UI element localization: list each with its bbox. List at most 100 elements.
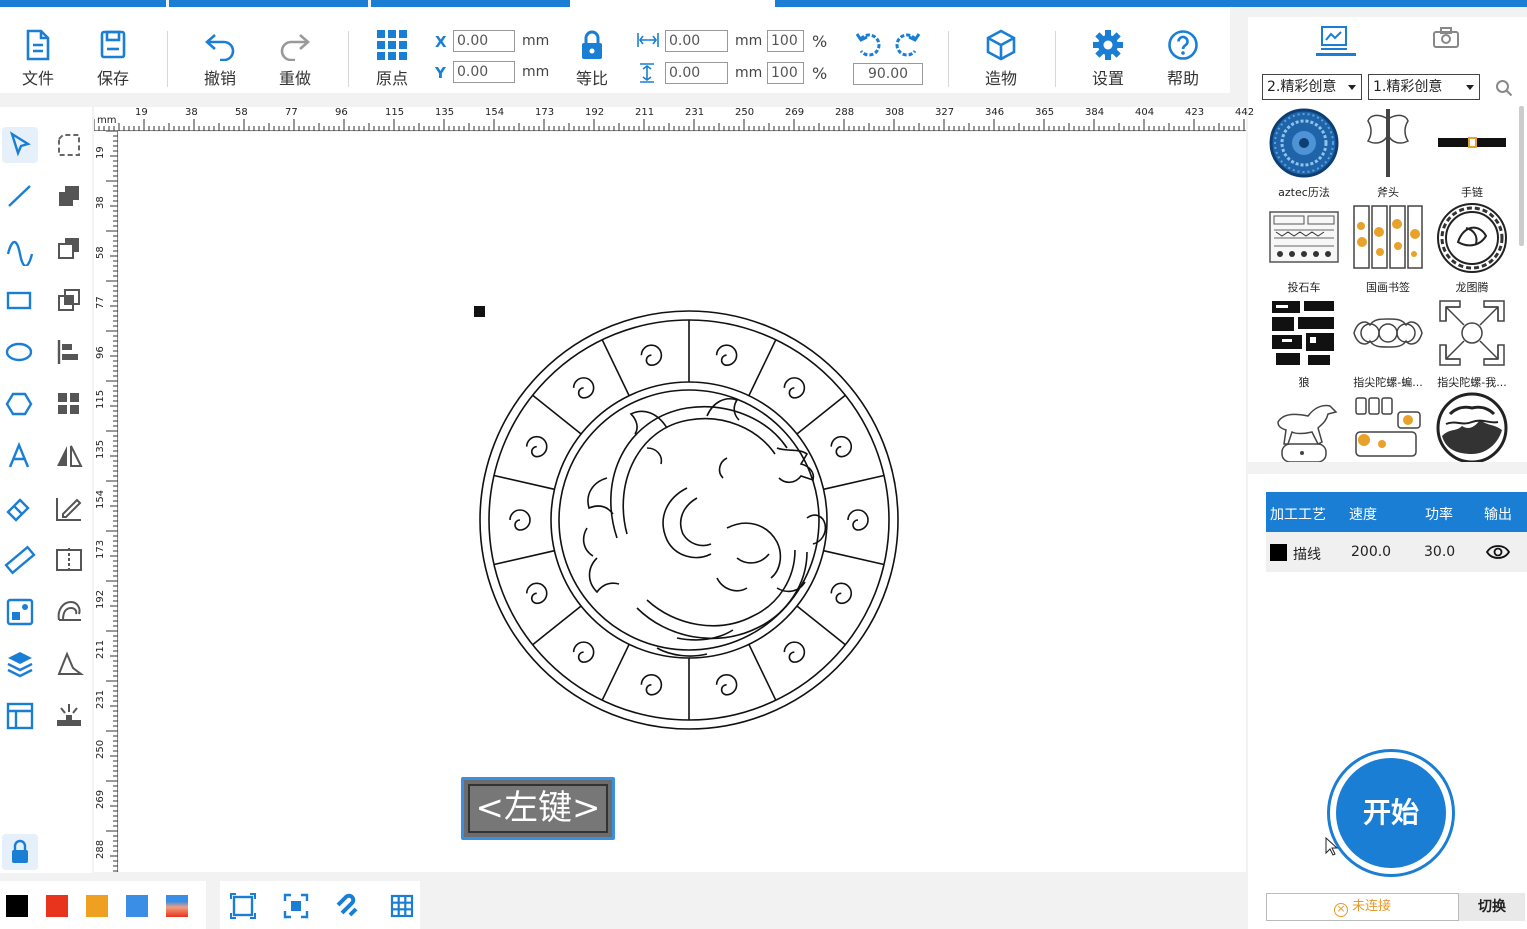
main-toolbar: 文件 保存 撤销 重做 原点 X 0.00 mm Y 0.00 mm 等比 0.…: [0, 7, 1230, 93]
width-pct-sign: %: [812, 32, 828, 51]
rotate-cw-icon[interactable]: [893, 29, 921, 59]
width-percent-input[interactable]: 100: [767, 30, 804, 52]
y-input[interactable]: 0.00: [453, 61, 515, 83]
library-item[interactable]: 狼: [1262, 297, 1346, 392]
category-select-2[interactable]: 1.精彩创意: [1368, 74, 1480, 100]
redo-button[interactable]: 重做: [265, 29, 325, 89]
eraser-icon: [6, 498, 30, 522]
library-item[interactable]: 投石车: [1262, 202, 1346, 297]
fit-to-screen-icon[interactable]: [230, 893, 256, 919]
eraser-tool[interactable]: [2, 490, 38, 526]
eye-icon[interactable]: [1486, 544, 1510, 560]
file-button[interactable]: 文件: [8, 29, 68, 89]
select-tool[interactable]: [2, 127, 38, 163]
lock-tool[interactable]: [2, 834, 38, 870]
library-scrollbar[interactable]: [1519, 106, 1524, 246]
settings-button[interactable]: 设置: [1078, 29, 1138, 89]
save-button[interactable]: 保存: [83, 29, 143, 89]
intersect-tool[interactable]: [51, 282, 87, 318]
aztec-calendar-icon: [1269, 108, 1339, 178]
layers-tool[interactable]: [2, 646, 38, 682]
grid-icon[interactable]: [389, 893, 415, 919]
category-select-1[interactable]: 2.精彩创意: [1262, 74, 1362, 100]
align-left-tool[interactable]: [51, 334, 87, 370]
color-swatch-gradient[interactable]: [166, 895, 188, 917]
width-input[interactable]: 0.00: [665, 30, 728, 52]
color-swatch-black[interactable]: [6, 895, 28, 917]
save-icon: [100, 30, 126, 59]
library-item[interactable]: [1346, 392, 1430, 467]
image-tool[interactable]: [2, 594, 38, 630]
process-row[interactable]: 描线 200.0 30.0: [1266, 532, 1527, 572]
library-item[interactable]: [1430, 392, 1514, 467]
tab-camera[interactable]: [1416, 17, 1476, 57]
layout-tool[interactable]: [2, 698, 38, 734]
library-item[interactable]: 斧头: [1346, 107, 1430, 202]
path-tool[interactable]: [51, 646, 87, 682]
row-power[interactable]: 30.0: [1424, 544, 1455, 560]
array-tool[interactable]: [51, 386, 87, 422]
disconnected-icon: ×: [1333, 903, 1348, 917]
curve-tool[interactable]: [2, 230, 38, 268]
header-output: 输出: [1484, 507, 1512, 523]
library-item[interactable]: 国画书签: [1346, 202, 1430, 297]
offset-tool[interactable]: [51, 594, 87, 630]
tab-gallery[interactable]: [1304, 17, 1364, 57]
line-tool[interactable]: [2, 178, 38, 214]
design-canvas[interactable]: <左键>: [119, 132, 1246, 872]
node-edit-tool[interactable]: [51, 127, 87, 163]
cursor-arrow-icon: [9, 131, 31, 157]
ellipse-tool[interactable]: [2, 334, 38, 370]
rectangle-tool[interactable]: [2, 282, 38, 318]
zoom-selection-icon[interactable]: [283, 893, 309, 919]
text-tool[interactable]: [2, 438, 38, 474]
line-icon: [8, 185, 31, 207]
polygon-tool[interactable]: [2, 386, 38, 422]
laser-tool[interactable]: [51, 698, 87, 734]
ruler-tick-label: 442: [1235, 107, 1255, 118]
library-item[interactable]: 指尖陀螺-蝙...: [1346, 297, 1430, 392]
undo-button[interactable]: 撤销: [190, 29, 250, 89]
library-item[interactable]: 指尖陀螺-我...: [1430, 297, 1514, 392]
dragon-medallion-artwork[interactable]: [477, 308, 901, 732]
library-item[interactable]: 手链: [1430, 107, 1514, 202]
text-icon: [8, 441, 30, 468]
rotate-ccw-icon[interactable]: [855, 29, 883, 59]
height-input[interactable]: 0.00: [665, 62, 728, 84]
draw-tool[interactable]: [51, 490, 87, 526]
x-input[interactable]: 0.00: [453, 30, 515, 52]
split-tool[interactable]: [51, 542, 87, 578]
help-button[interactable]: 帮助: [1153, 29, 1213, 89]
ruler-tick-label: 231: [95, 689, 106, 709]
connection-status-label: 未连接: [1351, 899, 1391, 914]
color-swatch-orange[interactable]: [86, 895, 108, 917]
magnet-snap-icon[interactable]: [336, 893, 362, 919]
origin-button[interactable]: 原点: [362, 29, 422, 89]
switch-button[interactable]: 切换: [1459, 893, 1525, 921]
row-speed[interactable]: 200.0: [1351, 544, 1391, 560]
library-item[interactable]: aztec历法: [1262, 107, 1346, 202]
rotation-input[interactable]: 90.00: [853, 63, 923, 85]
library-item[interactable]: [1262, 392, 1346, 467]
color-swatch-red[interactable]: [46, 895, 68, 917]
fidget-spinner-bat-icon: [1353, 318, 1423, 348]
build-button[interactable]: 造物: [971, 29, 1031, 89]
library-item[interactable]: 龙图腾: [1430, 202, 1514, 297]
layer-color-swatch[interactable]: [1270, 544, 1287, 561]
measure-tool[interactable]: [2, 542, 38, 578]
union-tool[interactable]: [51, 178, 87, 214]
intersect-icon: [58, 289, 80, 311]
x-unit: mm: [522, 33, 550, 49]
laser-icon: [57, 704, 81, 726]
start-button[interactable]: 开始: [1327, 749, 1455, 877]
subtract-tool[interactable]: [51, 230, 87, 266]
connection-status[interactable]: × 未连接: [1266, 893, 1459, 921]
color-swatch-blue[interactable]: [126, 895, 148, 917]
ruler-tick-label: 192: [585, 107, 605, 118]
search-icon[interactable]: [1495, 79, 1513, 97]
mirror-tool[interactable]: [51, 438, 87, 474]
process-table: 加工工艺 速度 功率 输出 描线 200.0 30.0: [1266, 492, 1527, 572]
y-unit: mm: [522, 64, 550, 80]
lock-ratio-button[interactable]: 等比: [562, 29, 622, 89]
height-percent-input[interactable]: 100: [767, 62, 804, 84]
